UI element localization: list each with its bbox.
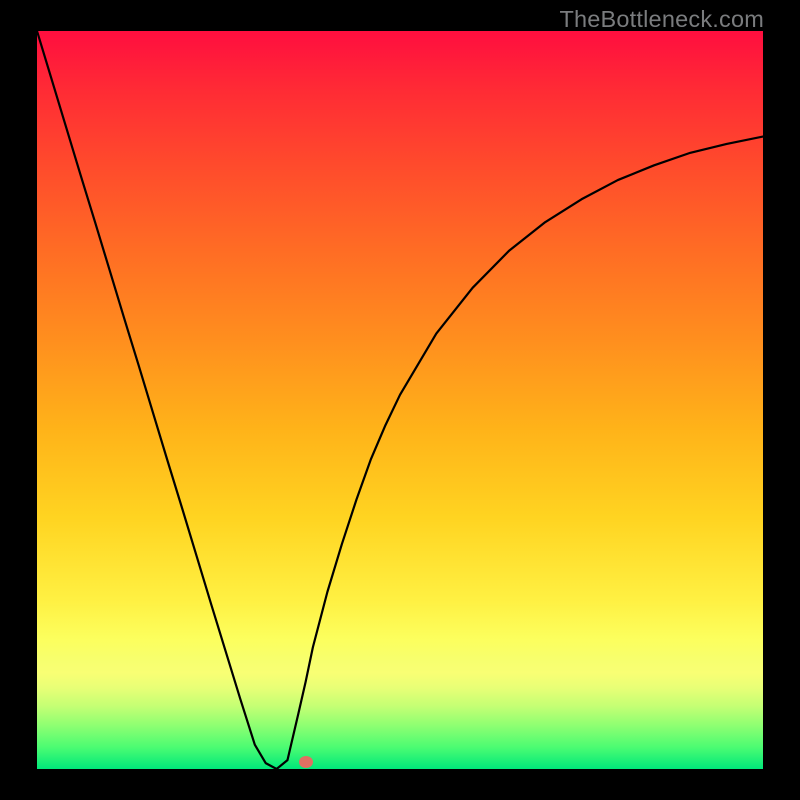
bottleneck-curve bbox=[37, 31, 763, 769]
optimal-marker bbox=[299, 756, 313, 768]
plot-area bbox=[37, 31, 763, 769]
watermark-text: TheBottleneck.com bbox=[559, 6, 764, 33]
chart-frame: TheBottleneck.com bbox=[0, 0, 800, 800]
